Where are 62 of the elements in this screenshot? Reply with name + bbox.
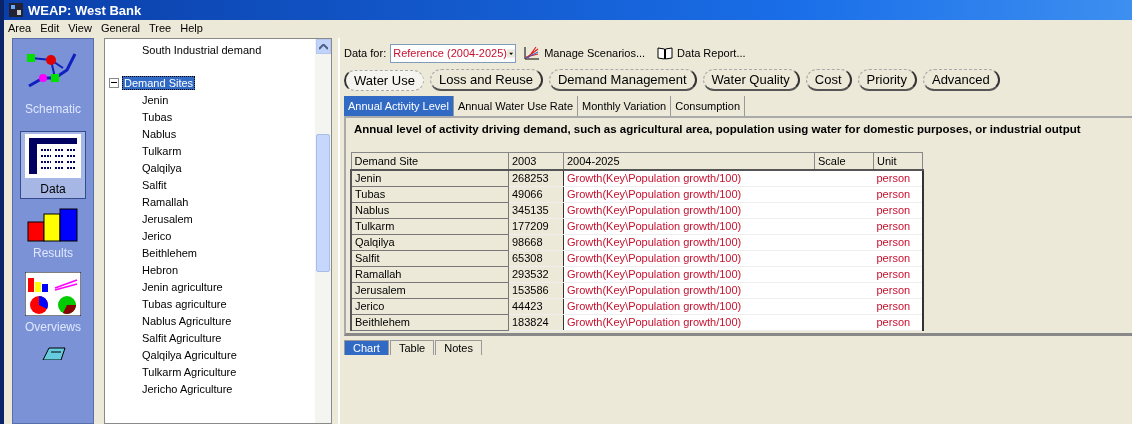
view-label: Overviews [25,320,81,334]
outline-item[interactable]: Jericho Agriculture [141,382,234,395]
outline-item[interactable]: Demand Sites [122,75,196,90]
menu-item[interactable]: Edit [40,22,60,34]
scroll-up-icon[interactable] [318,43,328,50]
menu-item[interactable]: General [100,22,140,34]
toolbar-button[interactable]: Data Report... [655,46,752,60]
scrollbar[interactable] [315,39,331,423]
column-header[interactable]: 2003 [508,152,564,170]
outline-item[interactable]: Salfit Agriculture [141,331,223,344]
description-text: Annual level of activity driving demand, such as agricultural area, population using water for domestic purposes, or industrial output [353,122,1082,137]
menu-item[interactable]: Tree [149,22,172,34]
outline-item[interactable]: Jerico [141,229,173,242]
column-header[interactable]: Scale [814,152,874,170]
outline-item[interactable]: Qalqilya [141,161,183,174]
outline-item[interactable]: Nablus Agriculture [141,314,233,327]
outline-item[interactable]: Tubas [141,110,174,123]
outline-item[interactable]: Beithlehem [141,246,199,259]
view-tab[interactable]: Chart [344,340,389,355]
bar-chart-icon [27,208,79,242]
category-tab[interactable]: Cost [805,69,852,91]
scenario-dropdown[interactable]: Reference (2004-2025) [390,43,517,63]
column-header[interactable]: 2004-2025 [563,152,815,170]
collapse-icon[interactable] [109,77,119,88]
view-button[interactable]: Data [20,131,86,199]
table-icon [25,134,81,178]
view-label: Results [33,246,73,260]
menu-item[interactable]: Area [8,22,32,34]
category-tab[interactable]: Priority [857,69,917,91]
menu-item[interactable]: View [68,22,92,34]
outline-item[interactable]: Tulkarm [141,144,183,157]
app-icon [9,3,23,17]
column-header[interactable]: Unit [873,152,923,170]
data-for-label: Data for: [344,47,387,59]
outline-item[interactable]: Qalqilya Agriculture [141,348,238,361]
view-tab[interactable]: Notes [435,340,482,355]
outline-item[interactable]: Ramallah [141,195,190,208]
category-tab[interactable]: Water Use [344,69,424,91]
category-tab[interactable]: Demand Management [548,69,697,91]
view-label: Schematic [25,102,81,116]
outline-item[interactable]: South Industrial demand [141,43,263,56]
view-label: Data [40,182,66,196]
outline-item[interactable]: Nablus [141,127,178,140]
outline-item[interactable]: Jerusalem [141,212,194,225]
book-icon [657,46,674,60]
category-tab[interactable]: Advanced [922,69,1000,91]
column-header[interactable]: Demand Site [351,152,509,170]
menu-item[interactable]: Help [180,22,203,34]
outline-item[interactable]: Hebron [141,263,180,276]
outline-item[interactable]: Jenin [141,93,170,106]
line-chart-icon [524,46,541,60]
outline-item[interactable]: Jenin agriculture [141,280,224,293]
sub-tab[interactable]: Annual Activity Level [344,96,454,116]
outline-item[interactable]: Salfit [141,178,168,191]
toolbar-button[interactable]: Manage Scenarios... [522,46,652,60]
charts-icon [25,272,81,316]
view-tab[interactable]: Table [389,340,435,355]
outline-item[interactable]: Tulkarm Agriculture [141,365,238,378]
window-title: WEAP: West Bank [28,2,142,18]
category-tab[interactable]: Loss and Reuse [429,69,543,91]
category-tab[interactable]: Water Quality [702,69,800,91]
outline-item[interactable]: Tubas agriculture [141,297,228,310]
